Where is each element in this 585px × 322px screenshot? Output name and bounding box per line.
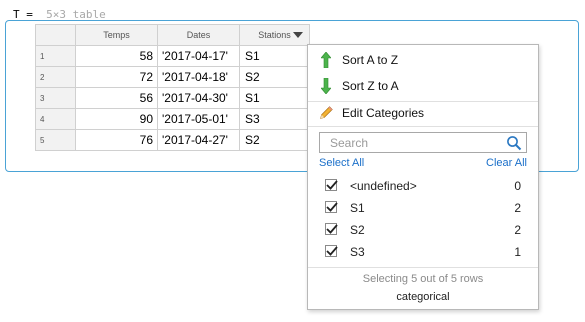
arrow-down-icon	[318, 77, 334, 95]
cell-stations[interactable]: S1	[239, 87, 310, 109]
column-header-stations-label: Stations	[258, 30, 291, 40]
filter-option-row[interactable]: S3 1	[308, 241, 538, 263]
cell-temps[interactable]: 56	[75, 87, 158, 109]
sort-z-to-a-label: Sort Z to A	[342, 79, 399, 93]
row-number: 1	[35, 45, 76, 67]
cell-stations[interactable]: S2	[239, 129, 310, 151]
row-number: 4	[35, 108, 76, 130]
row-number: 2	[35, 66, 76, 88]
column-header-dates[interactable]: Dates	[157, 24, 240, 46]
pencil-icon	[318, 104, 334, 122]
sort-z-to-a-item[interactable]: Sort Z to A	[308, 73, 538, 99]
checkbox[interactable]	[325, 245, 338, 257]
cell-temps[interactable]: 58	[75, 45, 158, 67]
cell-dates[interactable]: '2017-04-27'	[157, 129, 240, 151]
edit-categories-item[interactable]: Edit Categories	[308, 100, 538, 126]
cell-dates[interactable]: '2017-04-30'	[157, 87, 240, 109]
checkmark-icon	[326, 224, 338, 234]
column-header-temps[interactable]: Temps	[75, 24, 158, 46]
cell-temps[interactable]: 76	[75, 129, 158, 151]
filter-option-count: 1	[514, 245, 521, 259]
arrow-up-icon	[318, 51, 334, 69]
row-number-header	[35, 24, 76, 46]
table-row: 3 56 '2017-04-30' S1	[35, 87, 310, 109]
table-row: 2 72 '2017-04-18' S2	[35, 66, 310, 88]
cell-stations[interactable]: S2	[239, 66, 310, 88]
cell-temps[interactable]: 90	[75, 108, 158, 130]
search-icon[interactable]	[506, 135, 522, 156]
filter-option-count: 0	[514, 179, 521, 193]
cell-stations[interactable]: S1	[239, 45, 310, 67]
checkbox[interactable]	[325, 179, 338, 191]
edit-categories-label: Edit Categories	[342, 106, 425, 120]
filter-option-row[interactable]: S2 2	[308, 219, 538, 241]
cell-temps[interactable]: 72	[75, 66, 158, 88]
column-filter-menu: Sort A to Z Sort Z to A Edit Categories …	[307, 44, 539, 310]
table-grid: Temps Dates Stations 1 58 '2017-04-17' S…	[35, 24, 310, 151]
variable-type: categorical	[396, 291, 450, 303]
filter-option-row[interactable]: S1 2	[308, 197, 538, 219]
menu-separator	[308, 126, 538, 127]
clear-all-link[interactable]: Clear All	[486, 157, 527, 169]
column-header-stations[interactable]: Stations	[239, 24, 310, 46]
table-row: 1 58 '2017-04-17' S1	[35, 45, 310, 67]
checkmark-icon	[326, 180, 338, 190]
selection-status: Selecting 5 out of 5 rows	[362, 273, 484, 285]
sort-a-to-z-label: Sort A to Z	[342, 53, 399, 67]
cell-dates[interactable]: '2017-05-01'	[157, 108, 240, 130]
filter-option-label: <undefined>	[350, 179, 417, 193]
filter-option-row[interactable]: <undefined> 0	[308, 175, 538, 197]
row-number: 5	[35, 129, 76, 151]
row-number: 3	[35, 87, 76, 109]
filter-option-count: 2	[514, 223, 521, 237]
menu-separator	[308, 267, 538, 268]
cell-dates[interactable]: '2017-04-18'	[157, 66, 240, 88]
filter-option-label: S1	[350, 201, 365, 215]
checkmark-icon	[326, 202, 338, 212]
table-row: 4 90 '2017-05-01' S3	[35, 108, 310, 130]
checkbox[interactable]	[325, 201, 338, 213]
checkmark-icon	[326, 246, 338, 256]
checkbox[interactable]	[325, 223, 338, 235]
sort-a-to-z-item[interactable]: Sort A to Z	[308, 47, 538, 73]
select-all-link[interactable]: Select All	[319, 157, 364, 169]
filter-option-label: S2	[350, 223, 365, 237]
table-row: 5 76 '2017-04-27' S2	[35, 129, 310, 151]
cell-dates[interactable]: '2017-04-17'	[157, 45, 240, 67]
cell-stations[interactable]: S3	[239, 108, 310, 130]
search-box	[319, 132, 527, 153]
search-input[interactable]	[320, 133, 510, 152]
filter-option-count: 2	[514, 201, 521, 215]
filter-option-label: S3	[350, 245, 365, 259]
header-row: Temps Dates Stations	[35, 24, 310, 46]
dropdown-arrow-icon[interactable]	[293, 32, 303, 38]
